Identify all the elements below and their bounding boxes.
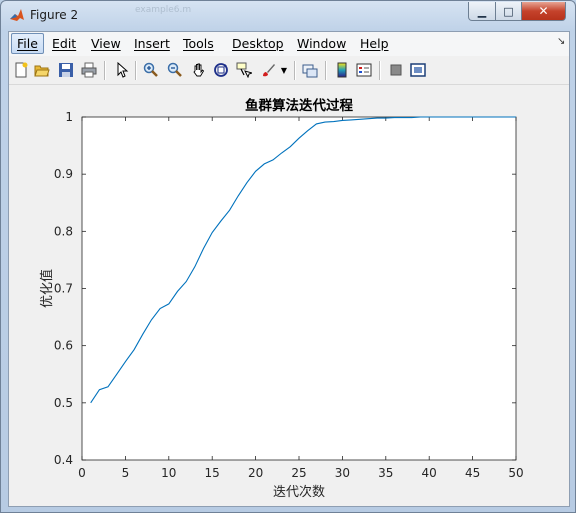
menu-insert[interactable]: Insert [134,36,170,51]
x-tick-label: 35 [378,466,393,480]
close-button[interactable]: ✕ [521,2,566,21]
matlab-logo-icon [10,9,24,21]
menu-edit[interactable]: Edit [52,36,76,51]
rotate-3d-icon[interactable] [212,61,230,79]
zoom-in-icon[interactable] [142,61,160,79]
x-tick-label: 50 [508,466,523,480]
open-icon[interactable] [33,61,51,79]
hide-plot-tools-icon[interactable] [387,61,405,79]
menu-tools[interactable]: Tools [183,36,214,51]
y-tick-label: 0.9 [54,167,73,181]
background-window-text: example6.m [135,5,192,15]
plot-background [82,117,516,460]
save-icon[interactable] [57,61,75,79]
legend-icon[interactable] [355,61,373,79]
menu-view[interactable]: View [91,36,121,51]
zoom-out-icon[interactable] [166,61,184,79]
y-tick-label: 0.7 [54,282,73,296]
brush-dropdown-icon[interactable]: ▼ [279,61,289,79]
new-figure-icon[interactable] [12,61,30,79]
y-tick-label: 0.6 [54,339,73,353]
pan-hand-icon[interactable] [190,61,208,79]
x-tick-label: 10 [161,466,176,480]
toolbar-separator [325,61,327,80]
x-tick-label: 5 [122,466,130,480]
menu-file[interactable]: File [11,33,44,54]
line-chart[interactable]: 0 5 10 15 20 25 30 35 40 45 50 0.4 0.5 0.6 0.7 0.8 0.9 1 鱼… [9,85,569,506]
y-tick-label: 0.4 [54,453,73,467]
print-icon[interactable] [80,61,98,79]
maximize-button[interactable]: □ [495,2,522,21]
x-tick-label: 0 [78,466,86,480]
y-axis-label: 优化值 [39,269,55,308]
chart-title: 鱼群算法迭代过程 [245,97,353,114]
menu-bar: File Edit View Insert Tools Desktop Wind… [9,32,569,56]
close-icon: ✕ [538,4,549,18]
minimize-button[interactable]: ▁ [468,2,496,21]
colorbar-icon[interactable] [333,61,351,79]
x-tick-label: 20 [248,466,263,480]
figure-client-area: File Edit View Insert Tools Desktop Wind… [8,31,570,507]
show-plot-tools-icon[interactable] [409,61,427,79]
toolbar-separator [135,61,137,80]
title-bar[interactable]: Figure 2 example6.m ▁ □ ✕ [1,1,575,29]
x-tick-label: 45 [465,466,480,480]
x-tick-label: 30 [335,466,350,480]
window-title: Figure 2 [30,8,79,22]
x-tick-label: 15 [205,466,220,480]
y-tick-label: 0.5 [54,396,73,410]
figure-canvas[interactable]: 0 5 10 15 20 25 30 35 40 45 50 0.4 0.5 0.6 0.7 0.8 0.9 1 鱼… [9,85,569,506]
minimize-icon: ▁ [477,4,487,18]
toolbar-separator [294,61,296,80]
y-tick-label: 0.8 [54,224,73,238]
menu-help[interactable]: Help [360,36,389,51]
menu-window[interactable]: Window [297,36,346,51]
x-axis-label: 迭代次数 [273,484,325,500]
select-arrow-icon[interactable] [113,61,131,79]
x-tick-label: 40 [422,466,437,480]
brush-icon[interactable] [259,61,277,79]
data-cursor-icon[interactable] [235,61,253,79]
figure-window: Figure 2 example6.m ▁ □ ✕ File Edit View… [0,0,576,513]
figure-toolbar: ▼ [9,57,569,85]
dock-arrow-icon[interactable]: ↘ [557,36,565,47]
y-tick-label: 1 [65,110,73,124]
toolbar-separator [104,61,106,80]
x-tick-label: 25 [291,466,306,480]
menu-desktop[interactable]: Desktop [232,36,284,51]
toolbar-separator [379,61,381,80]
link-plot-icon[interactable] [301,61,319,79]
maximize-icon: □ [503,4,514,18]
